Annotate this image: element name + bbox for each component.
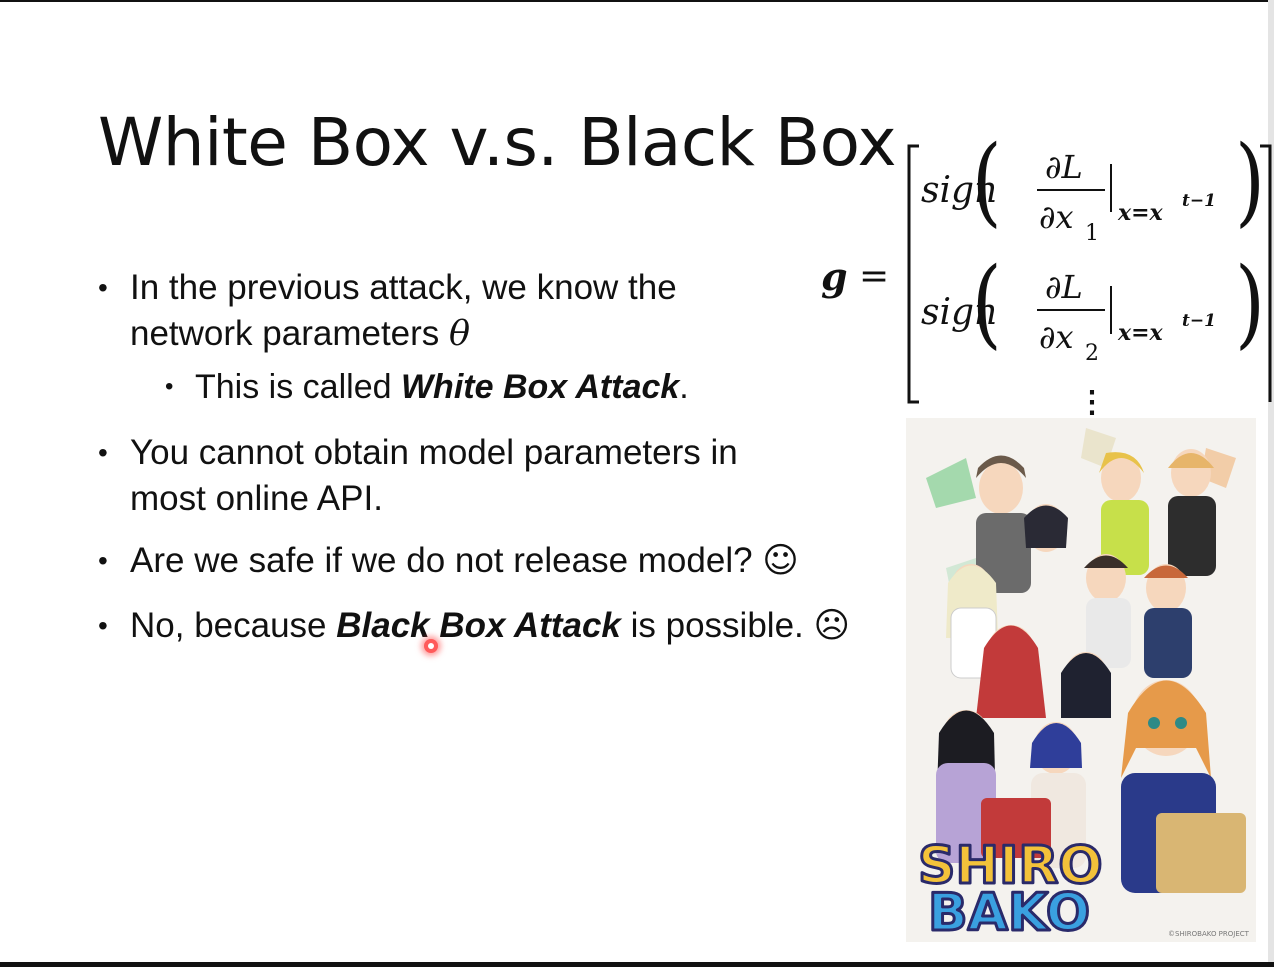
smiley-icon: ☺ — [762, 541, 799, 581]
denominator-2: ∂x — [1039, 318, 1074, 356]
bullet-1: • In the previous attack, we know the ne… — [98, 265, 810, 357]
poster-copyright: ©SHIROBAKO PROJECT — [1168, 930, 1250, 938]
bullet-1-sub-prefix: This is called — [195, 368, 401, 406]
bullet-dot: • — [98, 545, 108, 576]
sub-bullet-dot: • — [165, 373, 174, 400]
window-top-border — [0, 0, 1274, 2]
bullet-2: • You cannot obtain model parameters in … — [98, 430, 830, 522]
eval-superscript-2: t−1 — [1182, 311, 1216, 331]
bullet-1-sub-suffix: . — [679, 368, 689, 406]
subscript-1: 1 — [1085, 221, 1099, 246]
window-bottom-border — [0, 962, 1274, 967]
bullet-1-line2: network parameters θ — [130, 311, 810, 357]
bullet-dot: • — [98, 437, 108, 468]
formula-row-1: sign ( ∂L ∂x 1 x=x t−1 ) — [921, 130, 1265, 246]
bullet-dot: • — [98, 610, 108, 641]
formula-equals: = — [859, 256, 889, 297]
black-box-attack-term: Black Box Attack — [336, 606, 621, 645]
numerator-2: ∂L — [1045, 268, 1083, 306]
bullet-dot: • — [98, 272, 108, 303]
bullet-2-line1: You cannot obtain model parameters in — [130, 433, 738, 472]
bullet-3-text: Are we safe if we do not release model? — [130, 541, 763, 580]
poster-logo-line2: BAKO — [928, 883, 1090, 942]
formula-lhs: g — [821, 254, 848, 299]
bullet-4: • No, because Black Box Attack is possib… — [98, 603, 900, 649]
paren-close-1: ) — [1235, 130, 1265, 237]
eval-condition-1: x=x — [1117, 200, 1164, 226]
denominator-1: ∂x — [1039, 198, 1074, 236]
bullet-1-line2-text: network parameters — [130, 314, 450, 353]
bullet-4-prefix: No, because — [130, 606, 337, 645]
slide-title: White Box v.s. Black Box — [98, 104, 897, 181]
laser-pointer-cursor — [424, 639, 438, 653]
eval-condition-2: x=x — [1117, 320, 1164, 346]
paren-open-2: ( — [972, 247, 1002, 360]
gradient-sign-formula: g = sign ( ∂L ∂x 1 x=x t−1 ) sign ( ∂L ∂… — [821, 130, 1272, 420]
eval-superscript-1: t−1 — [1182, 191, 1216, 211]
bullet-2-line2: most online API. — [130, 479, 383, 518]
subscript-2: 2 — [1085, 341, 1099, 366]
paren-open-1: ( — [972, 130, 1002, 237]
bullet-1-sub: • This is called White Box Attack. — [165, 364, 815, 410]
formula-vdots: ⋮ — [1077, 385, 1107, 420]
frown-icon: ☹ — [813, 606, 851, 646]
white-box-attack-term: White Box Attack — [400, 368, 680, 406]
numerator-1: ∂L — [1045, 148, 1083, 186]
paren-close-2: ) — [1235, 247, 1265, 360]
shirobako-poster-image: SHIRO BAKO ©SHIROBAKO PROJECT — [906, 418, 1256, 942]
formula-row-2: sign ( ∂L ∂x 2 x=x t−1 ) — [921, 247, 1265, 366]
theta-symbol: θ — [449, 314, 471, 354]
bullet-4-suffix: is possible. — [620, 606, 814, 645]
bullet-3: • Are we safe if we do not release model… — [98, 538, 890, 584]
matrix-left-bracket — [907, 144, 919, 404]
bullet-1-line1: In the previous attack, we know the — [130, 268, 677, 307]
